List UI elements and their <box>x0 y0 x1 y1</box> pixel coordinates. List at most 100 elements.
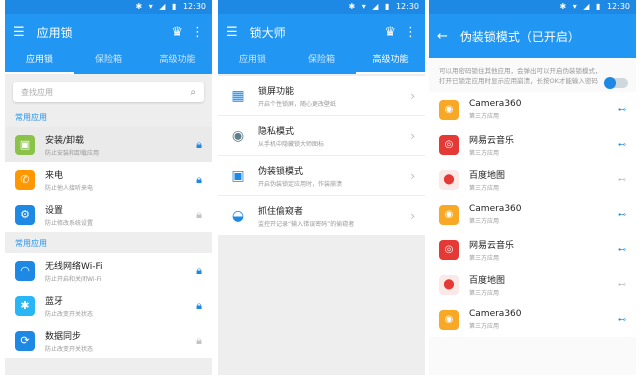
more-icon[interactable]: ⋮ <box>191 25 204 40</box>
tab-applock[interactable]: 应用锁 <box>218 50 287 74</box>
item-name: 抓住偷窥者 <box>258 206 304 217</box>
sync-icon: ⟳ <box>15 330 35 351</box>
item-name: 蓝牙 <box>45 296 64 307</box>
item-desc: 防止开启和关闭Wi-Fi <box>45 275 102 283</box>
mask-toggle-icon[interactable]: ⊷ <box>618 140 626 149</box>
tab-vault[interactable]: 保险箱 <box>74 50 143 74</box>
lock-icon[interactable]: 🔒︎ <box>196 334 202 348</box>
list-item[interactable]: ▣ 安装/卸载 防止安装和卸载应用 🔒︎ <box>5 127 212 162</box>
disguised-app-list: ◉ Camera360 第三方应用 ⊷ ◎ 网易云音乐 第三方应用 ⊷ ⬤ 百度… <box>429 92 636 337</box>
disguise-toggle[interactable] <box>604 77 628 89</box>
list-item[interactable]: ◉ Camera360 第三方应用 ⊷ <box>429 197 636 232</box>
item-desc: 开启个性锁屏，随心更改壁纸 <box>258 100 337 108</box>
list-item[interactable]: ◒ 抓住偷窥者 监控开记录“输入错误密码”的偷窥者 › <box>218 196 425 236</box>
notice-text: 可以用密码锁住其他应用，会弹出可以开启伪装锁模式，打开已锁定应用时显示应用崩溃，… <box>439 67 602 85</box>
back-arrow-icon[interactable]: ← <box>437 29 448 44</box>
item-name: 来电 <box>45 170 64 181</box>
camera360-icon: ◉ <box>439 99 459 120</box>
section-title: 常用应用 <box>15 239 47 248</box>
crown-icon[interactable]: ♛ <box>171 25 183 40</box>
list-item[interactable]: ◉ Camera360 第三方应用 ⊷ <box>429 302 636 337</box>
item-desc: 从手机中隐藏锁大师图标 <box>258 140 325 148</box>
list-item[interactable]: ▦ 锁屏功能 开启个性锁屏，随心更改壁纸 › <box>218 76 425 116</box>
item-desc: 第三方应用 <box>469 323 500 330</box>
mask-toggle-icon[interactable]: ⊷ <box>618 175 626 184</box>
feature-list: ▦ 锁屏功能 开启个性锁屏，随心更改壁纸 › ◉ 隐私模式 从手机中隐藏锁大师图… <box>218 76 425 236</box>
more-icon[interactable]: ⋮ <box>404 25 417 40</box>
netease-music-icon: ◎ <box>439 134 459 155</box>
camera360-icon: ◉ <box>439 309 459 330</box>
battery-icon: ▮ <box>595 2 601 11</box>
lock-icon[interactable]: 🔒︎ <box>196 264 202 278</box>
mask-toggle-icon[interactable]: ⊷ <box>618 105 626 114</box>
tab-advanced[interactable]: 高级功能 <box>356 50 425 74</box>
applock-screen: ✱ ▾ ◢ ▮ 12:30 ☰ 应用锁 ♛ ⋮ 应用锁 保险箱 高级功能 查找应… <box>5 0 212 375</box>
app-list: ◠ 无线网络Wi-Fi 防止开启和关闭Wi-Fi 🔒︎ ✱ 蓝牙 防止改变开关状… <box>5 253 212 358</box>
item-desc: 第三方应用 <box>469 289 500 297</box>
item-name: 百度地图 <box>469 275 506 286</box>
list-item[interactable]: ◉ Camera360 第三方应用 ⊷ <box>429 92 636 127</box>
chevron-right-icon: › <box>410 168 415 183</box>
list-item[interactable]: ⬤ 百度地图 第三方应用 ⊷ <box>429 267 636 302</box>
list-item[interactable]: ✆ 来电 防止他人接听来电 🔒︎ <box>5 162 212 197</box>
list-item[interactable]: ⟳ 数据同步 防止改变开关状态 🔒︎ <box>5 323 212 358</box>
list-item[interactable]: ◉ 隐私模式 从手机中隐藏锁大师图标 › <box>218 116 425 156</box>
menu-icon[interactable]: ☰ <box>226 25 238 40</box>
lock-icon[interactable]: 🔒︎ <box>196 173 202 187</box>
list-item[interactable]: ▣ 伪装锁模式 开启伪装锁定应用时，作装崩溃 › <box>218 156 425 196</box>
signal-icon: ◢ <box>583 2 590 11</box>
item-name: 网易云音乐 <box>469 240 515 251</box>
mask-toggle-icon[interactable]: ⊷ <box>618 245 626 254</box>
menu-icon[interactable]: ☰ <box>13 25 25 40</box>
item-desc: 监控开记录“输入错误密码”的偷窥者 <box>258 220 355 228</box>
wifi-app-icon: ◠ <box>15 260 35 281</box>
page-title: 应用锁 <box>36 25 73 40</box>
chevron-right-icon: › <box>410 208 415 223</box>
baidu-map-icon: ⬤ <box>439 274 459 295</box>
crown-icon[interactable]: ♛ <box>384 25 396 40</box>
item-desc: 第三方应用 <box>469 218 500 225</box>
tab-vault[interactable]: 保险箱 <box>287 50 356 74</box>
item-name: Camera360 <box>469 204 522 214</box>
app-bar: ← 伪装锁模式（已开启） <box>429 14 636 58</box>
bluetooth-icon: ✱ <box>135 2 143 11</box>
mask-icon: ◒ <box>231 207 245 224</box>
page-title: 伪装锁模式（已开启） <box>459 29 580 44</box>
search-input[interactable]: 查找应用 ⌕ <box>13 82 204 102</box>
list-item[interactable]: ◎ 网易云音乐 第三方应用 ⊷ <box>429 127 636 162</box>
list-item[interactable]: ⬤ 百度地图 第三方应用 ⊷ <box>429 162 636 197</box>
section-title: 常用应用 <box>15 113 47 122</box>
item-name: 安装/卸载 <box>45 135 85 146</box>
list-item[interactable]: ◠ 无线网络Wi-Fi 防止开启和关闭Wi-Fi 🔒︎ <box>5 253 212 288</box>
bluetooth-icon: ✱ <box>348 2 356 11</box>
lock-icon[interactable]: 🔒︎ <box>196 299 202 313</box>
signal-icon: ◢ <box>372 2 379 11</box>
lock-icon[interactable]: 🔒︎ <box>196 138 202 152</box>
tab-advanced[interactable]: 高级功能 <box>143 50 212 74</box>
item-desc: 防止改变开关状态 <box>45 310 94 318</box>
search-icon[interactable]: ⌕ <box>190 87 196 98</box>
lock-master-screen: ✱ ▾ ◢ ▮ 12:30 ☰ 锁大师 ♛ ⋮ 应用锁 保险箱 高级功能 ▦ 锁… <box>218 0 425 375</box>
mask-toggle-icon[interactable]: ⊷ <box>618 315 626 324</box>
list-item[interactable]: ◎ 网易云音乐 第三方应用 ⊷ <box>429 232 636 267</box>
app-bar: ☰ 锁大师 ♛ ⋮ <box>218 14 425 50</box>
status-time: 12:30 <box>606 2 630 11</box>
list-item[interactable]: ⚙ 设置 防止修改系统设置 🔒︎ <box>5 197 212 232</box>
list-item[interactable]: ✱ 蓝牙 防止改变开关状态 🔒︎ <box>5 288 212 323</box>
battery-icon: ▮ <box>384 2 390 11</box>
lock-icon[interactable]: 🔒︎ <box>196 208 202 222</box>
mask-toggle-icon[interactable]: ⊷ <box>618 210 626 219</box>
item-desc: 第三方应用 <box>469 113 500 120</box>
tab-applock[interactable]: 应用锁 <box>5 50 74 74</box>
status-bar: ✱ ▾ ◢ ▮ 12:30 <box>5 0 212 14</box>
battery-icon: ▮ <box>171 2 177 11</box>
app-bar: ☰ 应用锁 ♛ ⋮ <box>5 14 212 50</box>
item-desc: 开启伪装锁定应用时，作装崩溃 <box>258 180 343 188</box>
mask-toggle-icon[interactable]: ⊷ <box>618 280 626 289</box>
item-desc: 防止改变开关状态 <box>45 345 94 353</box>
search-placeholder: 查找应用 <box>21 87 53 97</box>
netease-music-icon: ◎ <box>439 239 459 260</box>
wifi-icon: ▾ <box>361 2 366 11</box>
bluetooth-icon: ✱ <box>559 2 567 11</box>
item-desc: 第三方应用 <box>469 149 500 157</box>
